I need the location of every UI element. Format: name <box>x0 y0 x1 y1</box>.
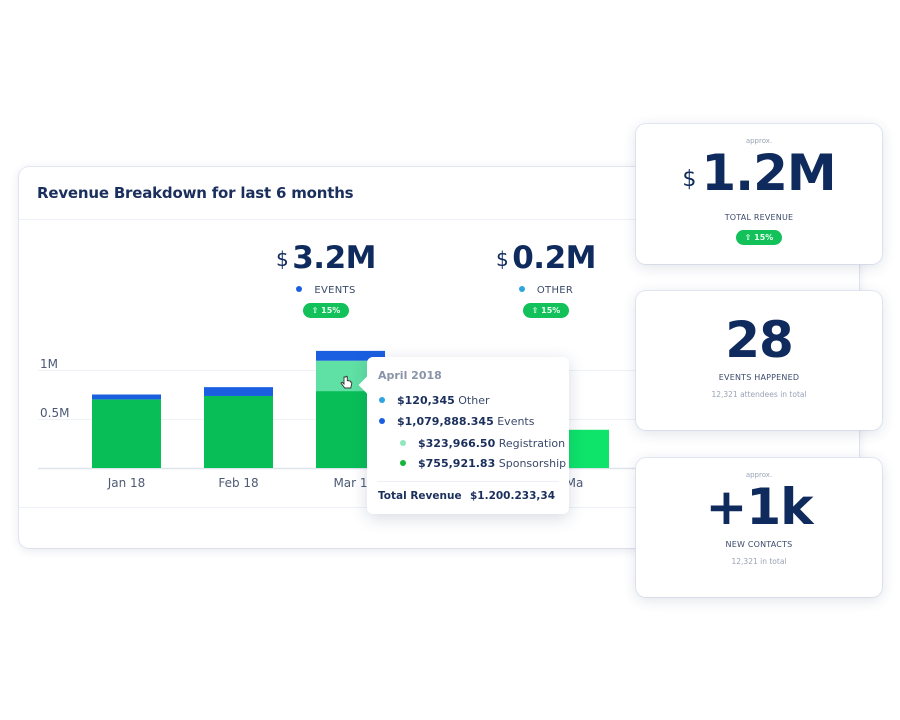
dot-icon <box>379 397 385 403</box>
x-tick-label: Jan 18 <box>107 476 146 490</box>
tooltip-row-other: $120,345 Other <box>379 394 490 407</box>
stat-card-total-revenue: approx. $1.2M TOTAL REVENUE ⇧ 15% <box>636 124 882 264</box>
tooltip-row-registration: $323,966.50 Registration <box>400 437 565 450</box>
change-badge: ⇧ 15% <box>735 230 783 245</box>
stat-label: EVENTS HAPPENED <box>718 373 800 382</box>
stat-sub: 12,321 attendees in total <box>711 390 807 399</box>
bar-jan-18-sponsorship[interactable] <box>92 399 161 468</box>
tooltip-row-sponsorship: $755,921.83 Sponsorship <box>400 457 566 470</box>
row-label: Events <box>497 415 535 428</box>
bar-feb-18-sponsorship[interactable] <box>204 395 273 468</box>
total-label: Total Revenue <box>378 490 462 502</box>
y-tick-label: 0.5M <box>40 406 69 420</box>
row-amount: $120,345 <box>397 394 455 407</box>
chart-tooltip: April 2018 $120,345 Other $1,079,888.345… <box>367 357 569 514</box>
row-amount: $323,966.50 <box>418 437 496 450</box>
y-tick-label: 1M <box>40 357 58 371</box>
tooltip-total: Total Revenue $1.200.233,34 <box>378 490 555 502</box>
total-value: $1.200.233,34 <box>469 490 555 502</box>
x-tick-label: Feb 18 <box>218 476 258 490</box>
stat-card-events: 28 EVENTS HAPPENED 12,321 attendees in t… <box>636 291 882 430</box>
stat-sub: 12,321 in total <box>731 557 787 566</box>
stat-amount: 1.2M <box>701 144 836 202</box>
row-label: Sponsorship <box>498 457 567 470</box>
stat-label: NEW CONTACTS <box>725 540 793 549</box>
tooltip-title: April 2018 <box>378 369 442 382</box>
stat-card-new-contacts: approx. +1k NEW CONTACTS 12,321 in total <box>636 458 882 597</box>
row-label: Registration <box>498 437 566 450</box>
bar-jan-18-other[interactable] <box>92 394 161 400</box>
stat-value: $1.2M <box>636 146 882 207</box>
dot-icon <box>379 418 385 424</box>
dot-icon <box>400 460 406 466</box>
stat-value: 28 <box>725 311 794 369</box>
dot-icon <box>400 440 406 446</box>
tooltip-divider <box>377 481 559 482</box>
stat-value: +1k <box>705 478 814 536</box>
bar-feb-18-other[interactable] <box>204 387 273 396</box>
x-tick-label: Mar 1 <box>333 476 367 490</box>
hand-pointer-cursor-icon <box>340 375 353 389</box>
tooltip-row-events: $1,079,888.345 Events <box>379 415 534 428</box>
row-label: Other <box>458 394 490 407</box>
stat-label: TOTAL REVENUE <box>724 213 794 222</box>
currency-symbol: $ <box>682 167 696 192</box>
row-amount: $755,921.83 <box>418 457 496 470</box>
row-amount: $1,079,888.345 <box>397 415 494 428</box>
